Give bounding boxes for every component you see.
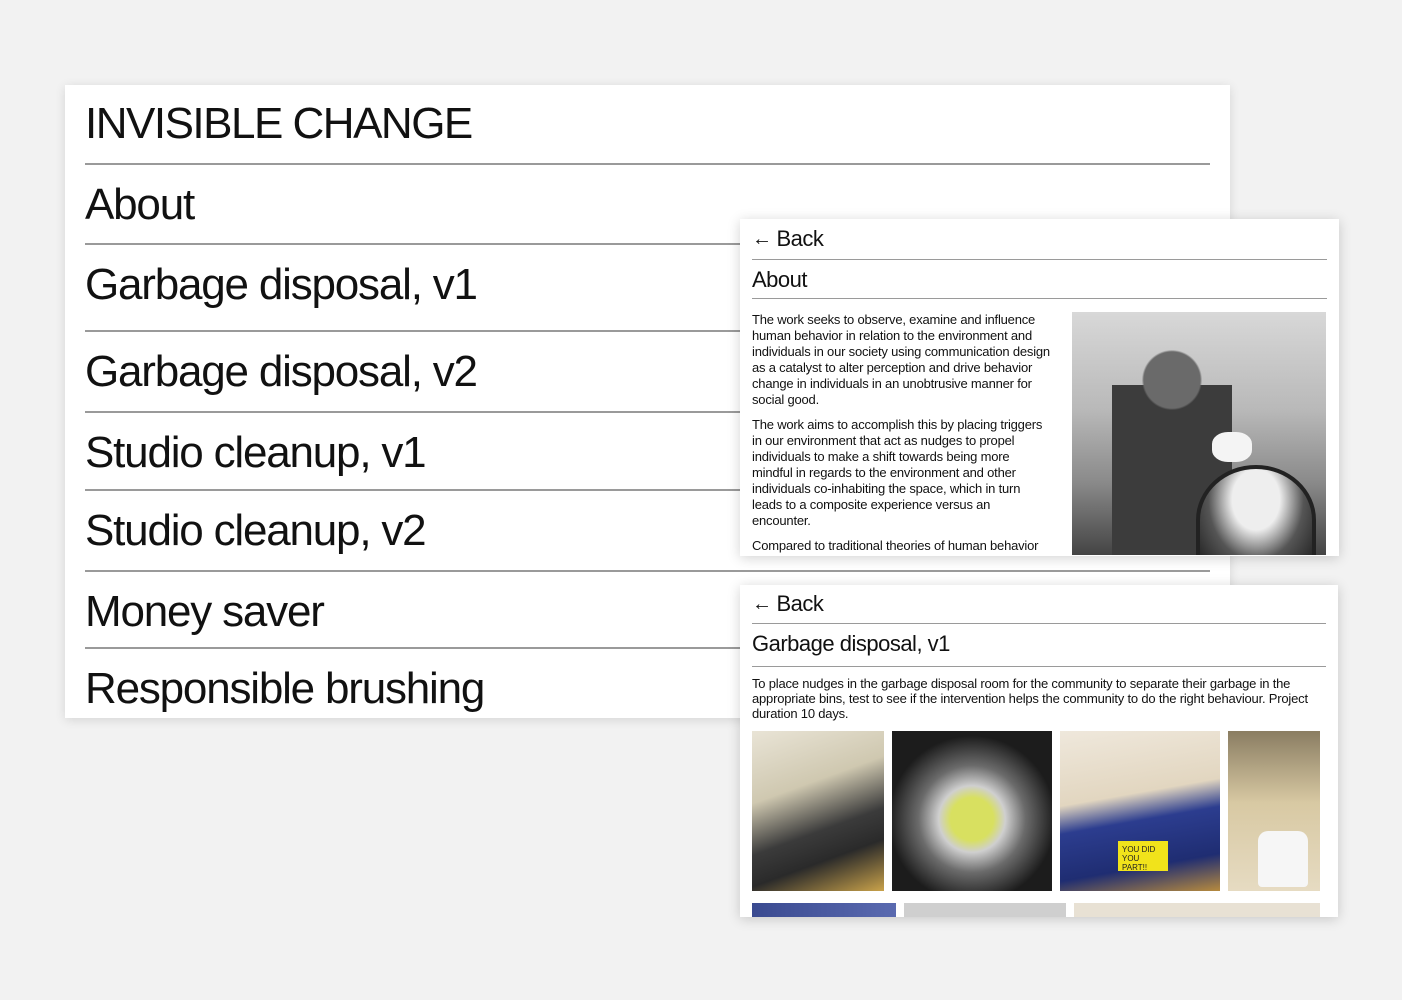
garbage-disposal-panel: ← Back Garbage disposal, v1 To place nud… xyxy=(740,585,1338,917)
photo-gallery: YOU DID YOU PART!! xyxy=(752,731,1326,891)
about-paragraph: The work aims to accomplish this by plac… xyxy=(752,417,1043,528)
about-body: The work seeks to observe, examine and i… xyxy=(752,312,1327,556)
about-paragraph: The work seeks to observe, examine and i… xyxy=(752,312,1050,407)
panel-title: Garbage disposal, v1 xyxy=(752,624,1326,667)
gallery-photo[interactable] xyxy=(752,903,896,917)
back-button[interactable]: ← Back xyxy=(752,585,1326,624)
jug xyxy=(1258,831,1308,887)
gallery-photo[interactable] xyxy=(892,731,1052,891)
back-button[interactable]: ← Back xyxy=(752,219,1327,260)
site-title: INVISIBLE CHANGE xyxy=(85,85,1210,165)
panel-title: About xyxy=(752,260,1327,299)
about-text: The work seeks to observe, examine and i… xyxy=(752,312,1052,556)
arrow-left-icon: ← xyxy=(752,227,772,250)
back-label: Back xyxy=(776,591,824,616)
gallery-photo[interactable] xyxy=(1074,903,1320,917)
sticker-label: YOU DID YOU PART!! xyxy=(1118,841,1168,872)
arrow-left-icon: ← xyxy=(752,592,772,615)
gallery-photo[interactable] xyxy=(904,903,1066,917)
photo-gallery-row-2 xyxy=(752,903,1326,917)
project-description: To place nudges in the garbage disposal … xyxy=(752,676,1308,721)
about-paragraph: Compared to traditional theories of huma… xyxy=(752,538,1039,556)
gallery-photo[interactable]: YOU DID YOU PART!! xyxy=(1060,731,1220,891)
gallery-photo[interactable] xyxy=(1228,731,1320,891)
about-panel: ← Back About The work seeks to observe, … xyxy=(740,219,1339,556)
back-label: Back xyxy=(776,226,824,251)
glove xyxy=(1212,432,1252,462)
about-photo xyxy=(1072,312,1326,555)
gallery-photo[interactable] xyxy=(752,731,884,891)
